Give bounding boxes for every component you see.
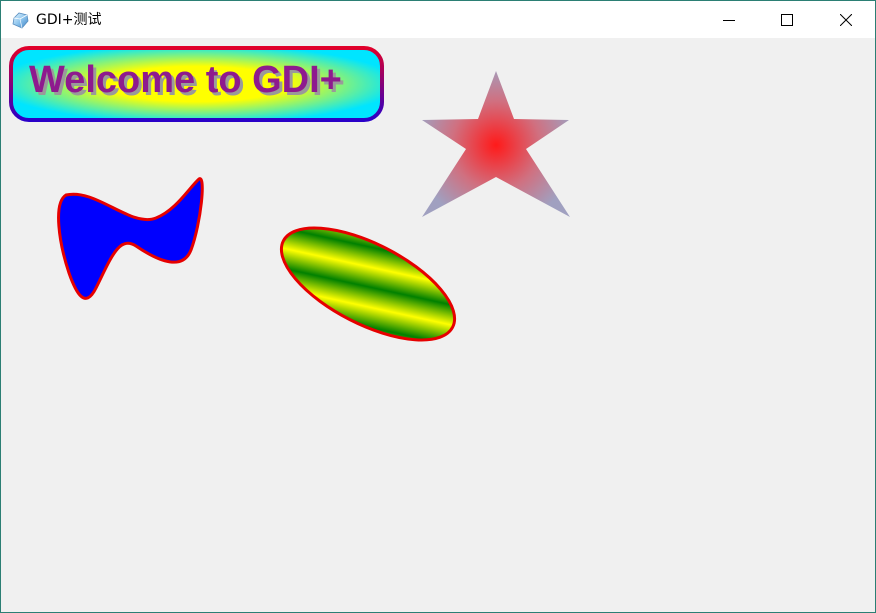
title-bar[interactable]: GDI+测试 xyxy=(1,1,875,38)
client-area: Welcome to GDI+ Welcome to GDI+ xyxy=(1,38,875,612)
welcome-banner: Welcome to GDI+ Welcome to GDI+ xyxy=(9,46,384,122)
striped-ellipse xyxy=(279,226,457,342)
minimize-icon xyxy=(723,19,735,21)
close-icon xyxy=(840,13,852,26)
gem-app-icon xyxy=(12,12,29,29)
maximize-icon xyxy=(781,13,793,26)
close-button[interactable] xyxy=(817,1,875,38)
blue-curve-shape xyxy=(57,177,204,300)
minimize-button[interactable] xyxy=(700,1,758,38)
drawing-canvas: Welcome to GDI+ Welcome to GDI+ xyxy=(9,46,570,342)
app-window: GDI+测试 Welcome to GDI+ Welcome to GDI+ xyxy=(0,0,876,613)
window-title: GDI+测试 xyxy=(36,12,102,28)
banner-text: Welcome to GDI+ xyxy=(29,59,342,101)
gradient-star xyxy=(422,71,570,217)
maximize-button[interactable] xyxy=(758,1,816,38)
